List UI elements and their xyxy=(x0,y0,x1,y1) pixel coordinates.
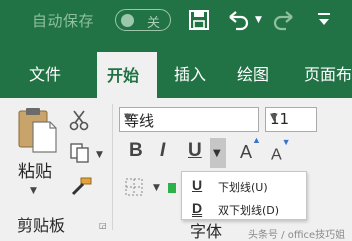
chevron-down-icon[interactable]: ▼ xyxy=(255,15,262,25)
tab-home-label: 开始 xyxy=(107,66,140,85)
menu-item-label: 下划线(U) xyxy=(218,181,268,194)
tab-home[interactable]: 开始 xyxy=(97,52,157,98)
tab-insert[interactable]: 插入 xyxy=(174,61,206,85)
dialog-launcher-icon[interactable]: ◲ xyxy=(99,221,107,230)
autosave-label: 自动保存 xyxy=(32,12,95,30)
caret-up-icon: ▲ xyxy=(252,135,261,145)
font-size-select[interactable]: 11 ▼ xyxy=(265,107,317,132)
font-size-dropdown-icon[interactable]: ▼ xyxy=(270,112,312,123)
menu-item-double-underline[interactable]: D 双下划线(D) xyxy=(182,198,306,220)
paste-icon[interactable] xyxy=(16,106,58,158)
autosave-toggle[interactable]: 关 xyxy=(115,9,171,31)
shrink-font-button[interactable]: A▼ xyxy=(271,137,291,164)
copy-icon[interactable] xyxy=(69,142,91,168)
caret-down-icon: ▼ xyxy=(281,137,291,147)
format-painter-icon[interactable] xyxy=(69,176,93,202)
borders-dropdown-icon[interactable]: ▼ xyxy=(153,183,160,193)
clipboard-group-label: 剪贴板 xyxy=(17,216,66,235)
grow-font-label: A xyxy=(240,142,253,162)
paste-dropdown-icon[interactable]: ▼ xyxy=(30,186,37,196)
copy-dropdown-icon[interactable]: ▼ xyxy=(96,150,103,160)
redo-icon[interactable] xyxy=(272,9,296,35)
font-group-label: 字体 xyxy=(190,222,223,241)
cut-icon[interactable] xyxy=(67,109,91,135)
paste-label[interactable]: 粘贴 xyxy=(18,157,52,182)
borders-icon[interactable] xyxy=(124,177,144,201)
quick-access-menu-icon[interactable] xyxy=(317,12,331,32)
tab-page-layout[interactable]: 页面布 xyxy=(304,61,352,85)
toggle-knob xyxy=(121,14,134,27)
underline-dropdown-button[interactable]: ▼ xyxy=(210,138,226,168)
underline-icon: U xyxy=(192,177,203,193)
tab-file[interactable]: 文件 xyxy=(29,61,61,85)
undo-icon[interactable] xyxy=(226,9,250,35)
menu-item-label: 双下划线(D) xyxy=(218,204,280,217)
font-name-dropdown-icon[interactable]: ▼ xyxy=(124,112,254,123)
title-bar: 自动保存 关 ▼ xyxy=(0,0,352,43)
chevron-down-icon: ▼ xyxy=(213,148,221,159)
italic-button[interactable]: I xyxy=(160,140,165,162)
shrink-font-label: A xyxy=(271,146,282,164)
tab-draw[interactable]: 绘图 xyxy=(237,61,269,85)
underline-button[interactable]: U xyxy=(188,140,202,162)
save-icon[interactable] xyxy=(188,9,210,35)
double-underline-icon: D xyxy=(192,200,203,216)
watermark: 头条号 / office技巧姐 xyxy=(248,230,346,241)
grow-font-button[interactable]: A▲ xyxy=(240,135,261,163)
fill-color-icon[interactable] xyxy=(168,179,176,201)
font-name-select[interactable]: 等线 ▼ xyxy=(119,107,259,132)
ribbon-tabs: 文件 插入 绘图 页面布 xyxy=(0,43,352,98)
bold-button[interactable]: B xyxy=(129,140,143,162)
toggle-state: 关 xyxy=(147,16,161,31)
underline-menu: U 下划线(U) D 双下划线(D) xyxy=(181,171,307,220)
group-divider xyxy=(112,104,113,230)
menu-item-underline[interactable]: U 下划线(U) xyxy=(182,175,306,197)
